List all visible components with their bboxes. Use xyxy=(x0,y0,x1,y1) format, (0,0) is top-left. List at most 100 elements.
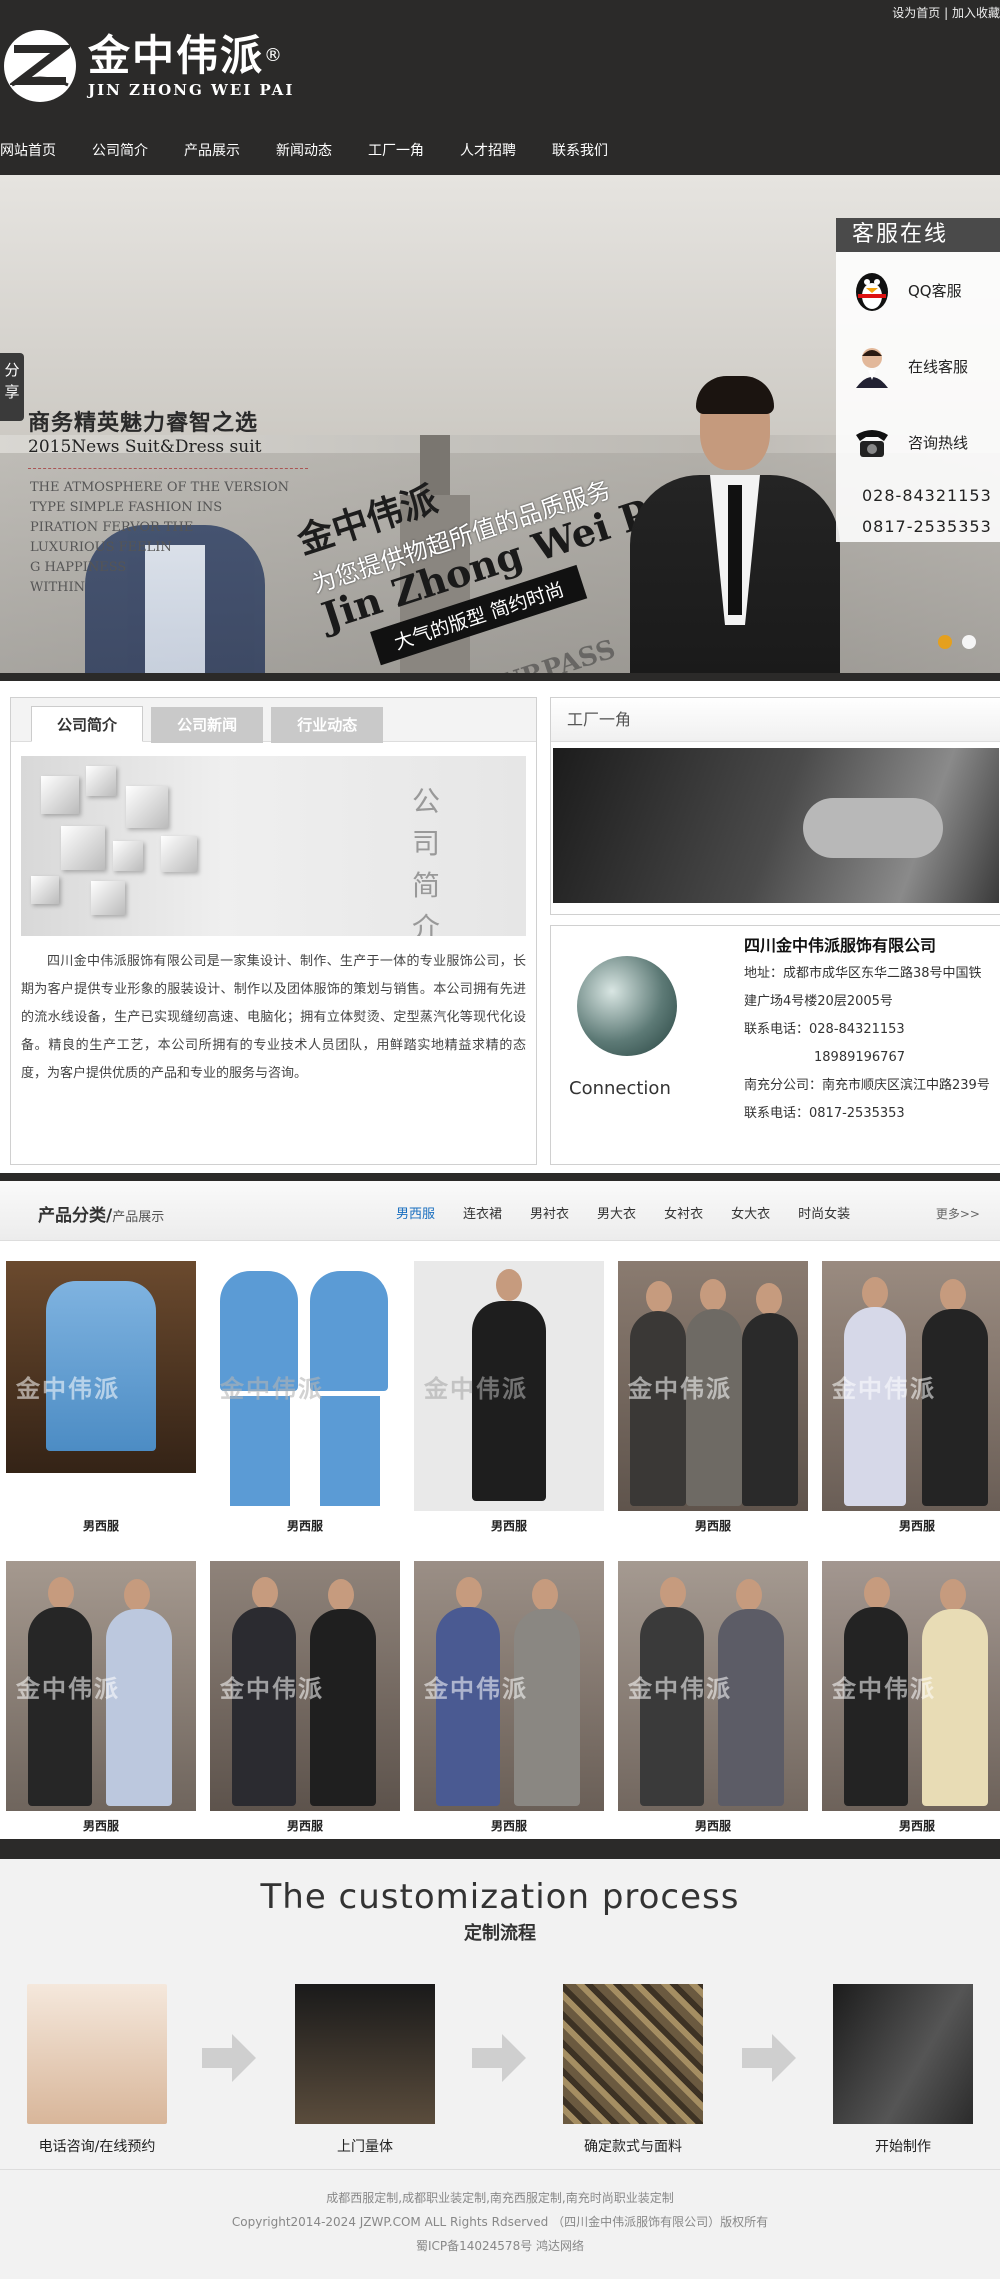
online-service-label: 在线客服 xyxy=(908,357,969,376)
process-section: The customization process 定制流程 电话咨询/在线预约… xyxy=(0,1839,1000,2169)
set-homepage-link[interactable]: 设为首页 xyxy=(892,6,940,20)
hotline-row: 咨询热线 xyxy=(836,404,1000,480)
product-card[interactable]: 金中伟派 男西服 xyxy=(6,1261,196,1541)
online-service-link[interactable]: 在线客服 xyxy=(836,328,1000,404)
products-section: 产品分类/产品展示 男西服 连衣裙 男衬衣 男大衣 女衬衣 女大衣 时尚女装 更… xyxy=(0,1173,1000,1839)
branch-address: 南充分公司：南充市顺庆区滨江中路239号 xyxy=(744,1078,990,1093)
step-measure-image xyxy=(295,1984,435,2124)
company-phone: 联系电话：028-84321153 xyxy=(744,1022,905,1037)
product-caption: 男西服 xyxy=(82,1819,119,1833)
category-fashion-women[interactable]: 时尚女装 xyxy=(798,1203,850,1222)
tab-company-news[interactable]: 公司新闻 xyxy=(151,707,264,743)
qq-service-label: QQ客服 xyxy=(908,281,962,300)
product-card[interactable]: 金中伟派 男西服 xyxy=(414,1561,604,1841)
product-caption: 男西服 xyxy=(490,1519,527,1533)
step-label: 电话咨询/在线预约 xyxy=(38,2139,156,2155)
category-mens-shirt[interactable]: 男衬衣 xyxy=(530,1203,569,1222)
product-card[interactable]: 金中伟派 男西服 xyxy=(618,1561,808,1841)
product-caption: 男西服 xyxy=(286,1519,323,1533)
arrow-right-icon xyxy=(742,2034,796,2082)
product-caption: 男西服 xyxy=(694,1519,731,1533)
intro-image: 公司简介 xyxy=(21,756,526,936)
category-mens-coat[interactable]: 男大衣 xyxy=(597,1203,636,1222)
nav-contact[interactable]: 联系我们 xyxy=(552,140,608,160)
factory-box: 工厂一角 xyxy=(550,697,1000,915)
banner-paragraph: THE ATMOSPHERE OF THE VERSION TYPE SIMPL… xyxy=(30,480,290,595)
headset-agent-icon xyxy=(850,344,894,388)
branch-phone: 联系电话：0817-2535353 xyxy=(744,1106,905,1121)
step-production-image xyxy=(833,1984,973,2124)
registered-mark: ® xyxy=(264,45,285,66)
product-caption: 男西服 xyxy=(286,1819,323,1833)
process-step: 开始制作 xyxy=(828,1984,978,2156)
intro-tabs: 公司简介 公司新闻 行业动态 xyxy=(11,698,536,743)
products-bar: 产品分类/产品展示 男西服 连衣裙 男衬衣 男大衣 女衬衣 女大衣 时尚女装 更… xyxy=(0,1181,1000,1241)
step-fabric-image xyxy=(563,1984,703,2124)
nav-products[interactable]: 产品展示 xyxy=(184,140,240,160)
process-step: 上门量体 xyxy=(290,1984,440,2156)
product-card[interactable]: 金中伟派 男西服 xyxy=(6,1561,196,1841)
arrow-right-icon xyxy=(202,2034,256,2082)
more-link[interactable]: 更多>> xyxy=(936,1205,980,1222)
nav-home[interactable]: 网站首页 xyxy=(0,140,56,160)
logo-chinese-name: 金中伟派® xyxy=(88,31,285,80)
banner-title: 商务精英魅力睿智之选 xyxy=(28,411,259,436)
product-card[interactable]: 金中伟派 男西服 xyxy=(822,1561,1000,1841)
product-card[interactable]: 金中伟派 男西服 xyxy=(210,1561,400,1841)
info-section: 公司简介 公司新闻 行业动态 公司简介 四川金中伟派服饰有限公司是一家集设计、制… xyxy=(0,673,1000,1173)
step-label: 确定款式与面料 xyxy=(584,2139,682,2155)
product-caption: 男西服 xyxy=(490,1819,527,1833)
process-title: The customization process xyxy=(260,1877,740,1917)
customer-service-panel: 客服在线 QQ客服 在线客服 咨询热线 028-84321153 0817-25… xyxy=(836,218,1000,542)
footer-icp[interactable]: 蜀ICP备14024578号 鸿达网络 xyxy=(0,2234,1000,2258)
tab-industry-news[interactable]: 行业动态 xyxy=(271,707,384,743)
factory-image[interactable] xyxy=(553,748,999,903)
process-subtitle: 定制流程 xyxy=(464,1923,536,1944)
banner-subtitle: 2015News Suit&Dress suit xyxy=(28,437,262,457)
products-heading-small: 产品展示 xyxy=(112,1210,165,1225)
tab-company-intro[interactable]: 公司简介 xyxy=(31,706,143,742)
slider-dot[interactable] xyxy=(962,635,976,649)
footer-keywords: 成都西服定制,成都职业装定制,南充西服定制,南充时尚职业装定制 xyxy=(326,2191,674,2205)
intro-text: 四川金中伟派服饰有限公司是一家集设计、制作、生产于一体的专业服饰公司，长期为客户… xyxy=(21,954,526,1081)
share-tab[interactable]: 分享 xyxy=(0,353,24,421)
company-name: 四川金中伟派服饰有限公司 xyxy=(744,936,937,955)
intro-image-caption: 公司简介 xyxy=(411,785,440,936)
nav-jobs[interactable]: 人才招聘 xyxy=(460,140,516,160)
process-step: 确定款式与面料 xyxy=(558,1984,708,2156)
hotline-phone-2: 0817-2535353 xyxy=(862,517,992,536)
nav-factory[interactable]: 工厂一角 xyxy=(368,140,424,160)
product-card[interactable]: 金中伟派 男西服 xyxy=(414,1261,604,1541)
slider-dot[interactable] xyxy=(938,635,952,649)
hotline-label: 咨询热线 xyxy=(908,433,969,452)
factory-title[interactable]: 工厂一角 xyxy=(551,698,1000,742)
contact-box: Connection 四川金中伟派服饰有限公司 地址：成都市成华区东华二路38号… xyxy=(550,925,1000,1165)
penguin-icon xyxy=(850,268,894,312)
footer-copyright: Copyright2014-2024 JZWP.COM ALL Rights R… xyxy=(231,2215,769,2229)
product-card[interactable]: 金中伟派 男西服 xyxy=(210,1261,400,1541)
telephone-icon xyxy=(850,420,894,464)
category-dress[interactable]: 连衣裙 xyxy=(463,1203,502,1222)
category-womens-coat[interactable]: 女大衣 xyxy=(731,1203,770,1222)
globe-icon xyxy=(577,956,677,1056)
hotline-phone-1: 028-84321153 xyxy=(862,486,992,505)
top-links: 设为首页 | 加入收藏 xyxy=(892,4,1000,21)
category-womens-shirt[interactable]: 女衬衣 xyxy=(664,1203,703,1222)
nav-about[interactable]: 公司简介 xyxy=(92,140,148,160)
product-card[interactable]: 金中伟派 男西服 xyxy=(618,1261,808,1541)
product-categories: 男西服 连衣裙 男衬衣 男大衣 女衬衣 女大衣 时尚女装 xyxy=(396,1203,878,1222)
product-card[interactable]: 金中伟派 男西服 xyxy=(822,1261,1000,1541)
nav-news[interactable]: 新闻动态 xyxy=(276,140,332,160)
top-link-separator: | xyxy=(944,6,949,20)
company-phone-2: 18989196767 xyxy=(814,1050,905,1065)
logo-english-name: JIN ZHONG WEI PAI xyxy=(88,81,295,99)
add-favorite-link[interactable]: 加入收藏 xyxy=(952,6,1000,20)
product-caption: 男西服 xyxy=(694,1819,731,1833)
category-mens-suit[interactable]: 男西服 xyxy=(396,1203,435,1222)
qq-service-link[interactable]: QQ客服 xyxy=(836,252,1000,328)
product-caption: 男西服 xyxy=(898,1519,935,1533)
site-header: 设为首页 | 加入收藏 金中伟派® JIN ZHONG WEI PAI 网站首页… xyxy=(0,0,1000,175)
hotline-numbers: 028-84321153 0817-2535353 xyxy=(836,480,1000,542)
logo[interactable]: 金中伟派® JIN ZHONG WEI PAI xyxy=(4,30,294,102)
step-phone-consult-image xyxy=(27,1984,167,2124)
